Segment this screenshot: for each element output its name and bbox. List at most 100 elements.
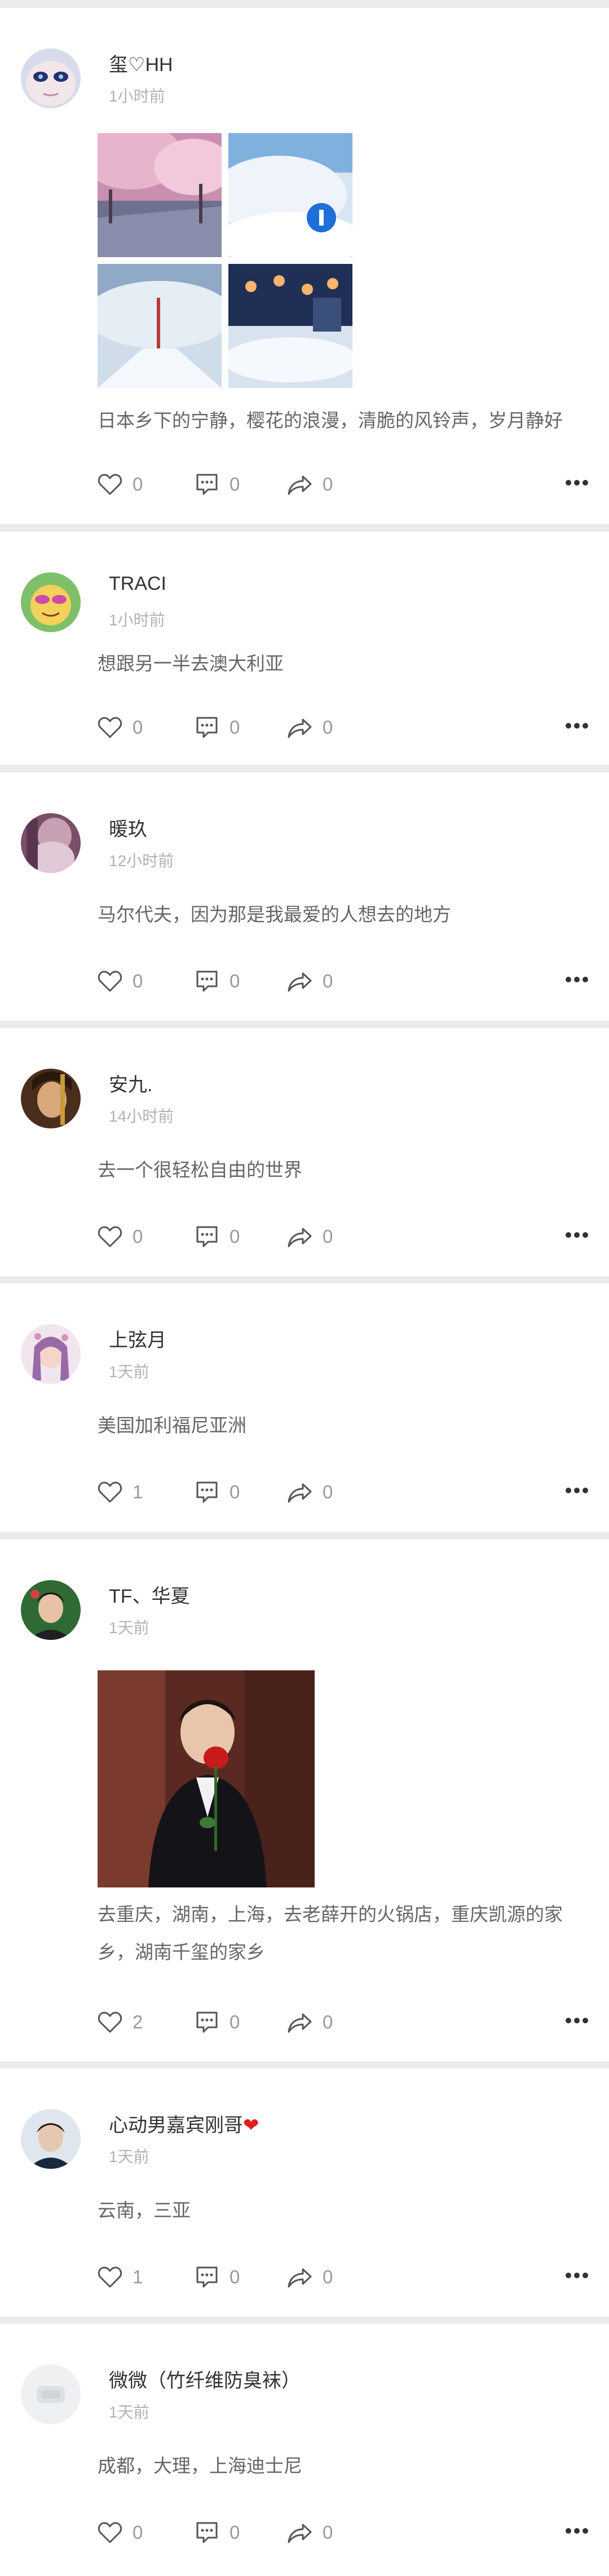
share-button[interactable]: 0 — [286, 1475, 333, 1509]
post-actions: 2 0 0 — [98, 2005, 588, 2039]
speech-bubble-icon — [196, 2522, 218, 2543]
share-arrow-icon — [288, 2268, 312, 2288]
share-count: 0 — [323, 2522, 333, 2543]
avatar[interactable] — [21, 48, 81, 108]
timestamp: 1天前 — [109, 2148, 149, 2165]
username[interactable]: TRACI — [109, 573, 166, 595]
share-arrow-icon — [288, 1228, 312, 1247]
speech-bubble-icon — [196, 1481, 218, 1503]
avatar[interactable] — [21, 2109, 81, 2169]
share-arrow-icon — [288, 2524, 312, 2543]
share-count: 0 — [323, 474, 333, 495]
post-text: 去一个很轻松自由的世界 — [98, 1159, 302, 1180]
post-photo[interactable] — [98, 264, 222, 388]
comment-button[interactable]: 0 — [195, 1475, 240, 1509]
more-dots-icon[interactable] — [566, 1232, 588, 1240]
post-card: TF、华夏 1天前 去重庆，湖南，上海，去老薛开的火锅店，重庆凯源的家乡，湖南千… — [0, 1540, 609, 2061]
avatar[interactable] — [21, 572, 81, 632]
avatar[interactable] — [21, 813, 81, 873]
comment-button[interactable]: 0 — [195, 2516, 240, 2549]
avatar[interactable] — [21, 1324, 81, 1384]
post-text: 去重庆，湖南，上海，去老薛开的火锅店，重庆凯源的家乡，湖南千玺的家乡 — [98, 1904, 563, 1962]
comment-count: 0 — [230, 1226, 240, 1247]
more-dots-icon[interactable] — [566, 2528, 588, 2536]
share-button[interactable]: 0 — [286, 711, 333, 744]
username[interactable]: 上弦月 — [109, 1325, 166, 1352]
share-button[interactable]: 0 — [286, 2260, 333, 2294]
comment-count: 0 — [230, 474, 240, 495]
like-button[interactable]: 1 — [98, 1475, 143, 1509]
share-button[interactable]: 0 — [286, 1220, 333, 1254]
username[interactable]: 安九. — [109, 1069, 152, 1097]
like-count: 0 — [133, 717, 143, 738]
username[interactable]: 心动男嘉宾刚哥❤ — [109, 2110, 259, 2137]
post-photo[interactable] — [98, 133, 222, 257]
comment-button[interactable]: 0 — [195, 964, 240, 998]
post-card: 安九. 14小时前 去一个很轻松自由的世界 0 0 0 — [0, 1028, 609, 1276]
avatar[interactable] — [21, 2365, 81, 2424]
comment-button[interactable]: 0 — [195, 467, 240, 501]
comment-count: 0 — [230, 717, 240, 738]
like-button[interactable]: 1 — [98, 2260, 143, 2294]
comment-button[interactable]: 0 — [195, 711, 240, 744]
post-text: 马尔代夫，因为那是我最爱的人想去的地方 — [98, 904, 451, 925]
username[interactable]: 玺♡HH — [109, 49, 173, 77]
post-text: 成都，大理，上海迪士尼 — [98, 2455, 302, 2476]
username[interactable]: 暖玖 — [109, 814, 147, 841]
avatar[interactable] — [21, 1069, 81, 1128]
post-actions: 1 0 0 — [98, 1475, 588, 1509]
post-actions: 0 0 0 — [98, 2516, 588, 2549]
comment-button[interactable]: 0 — [195, 1220, 240, 1254]
comment-count: 0 — [230, 971, 240, 991]
like-button[interactable]: 0 — [98, 964, 143, 998]
username[interactable]: TF、华夏 — [109, 1581, 190, 1608]
share-button[interactable]: 0 — [286, 964, 333, 998]
post-photo[interactable] — [228, 133, 352, 257]
share-button[interactable]: 0 — [286, 2516, 333, 2549]
post-photo[interactable] — [228, 264, 352, 388]
share-count: 0 — [323, 1226, 333, 1247]
share-arrow-icon — [288, 972, 312, 992]
like-button[interactable]: 2 — [98, 2005, 143, 2039]
share-button[interactable]: 0 — [286, 2005, 333, 2039]
post-photo[interactable] — [98, 1670, 315, 1887]
more-dots-icon[interactable] — [566, 723, 588, 731]
speech-bubble-icon — [196, 717, 218, 738]
like-count: 0 — [133, 971, 143, 991]
more-dots-icon[interactable] — [566, 2273, 588, 2281]
post-card: 上弦月 1天前 美国加利福尼亚洲 1 0 0 — [0, 1283, 609, 1532]
post-text: 云南，三亚 — [98, 2200, 191, 2221]
comment-button[interactable]: 0 — [195, 2260, 240, 2294]
more-dots-icon[interactable] — [566, 977, 588, 985]
share-arrow-icon — [288, 475, 312, 495]
share-arrow-icon — [288, 1483, 312, 1503]
username[interactable]: 微微（竹纤维防臭袜） — [109, 2365, 301, 2393]
comment-count: 0 — [230, 1481, 240, 1502]
share-button[interactable]: 0 — [286, 467, 333, 501]
more-dots-icon[interactable] — [566, 480, 588, 488]
heart-outline-icon — [98, 717, 122, 738]
post-actions: 0 0 0 — [98, 711, 588, 744]
like-button[interactable]: 0 — [98, 467, 143, 501]
heart-outline-icon — [98, 2012, 122, 2033]
like-button[interactable]: 0 — [98, 2516, 143, 2549]
post-actions: 0 0 0 — [98, 964, 588, 998]
more-dots-icon[interactable] — [566, 1488, 588, 1496]
heart-outline-icon — [98, 1226, 122, 1247]
more-dots-icon[interactable] — [566, 2018, 588, 2026]
share-arrow-icon — [288, 2013, 312, 2033]
comment-button[interactable]: 0 — [195, 2005, 240, 2039]
avatar[interactable] — [21, 1580, 81, 1640]
like-button[interactable]: 0 — [98, 711, 143, 744]
speech-bubble-icon — [196, 971, 218, 992]
post-text: 美国加利福尼亚洲 — [98, 1415, 246, 1436]
share-count: 0 — [323, 1481, 333, 1502]
comment-count: 0 — [230, 2012, 240, 2032]
like-count: 1 — [133, 1481, 143, 1502]
like-button[interactable]: 0 — [98, 1220, 143, 1254]
share-count: 0 — [323, 717, 333, 738]
heart-outline-icon — [98, 1481, 122, 1503]
like-count: 1 — [133, 2266, 143, 2287]
speech-bubble-icon — [196, 2012, 218, 2033]
like-count: 0 — [133, 1226, 143, 1247]
